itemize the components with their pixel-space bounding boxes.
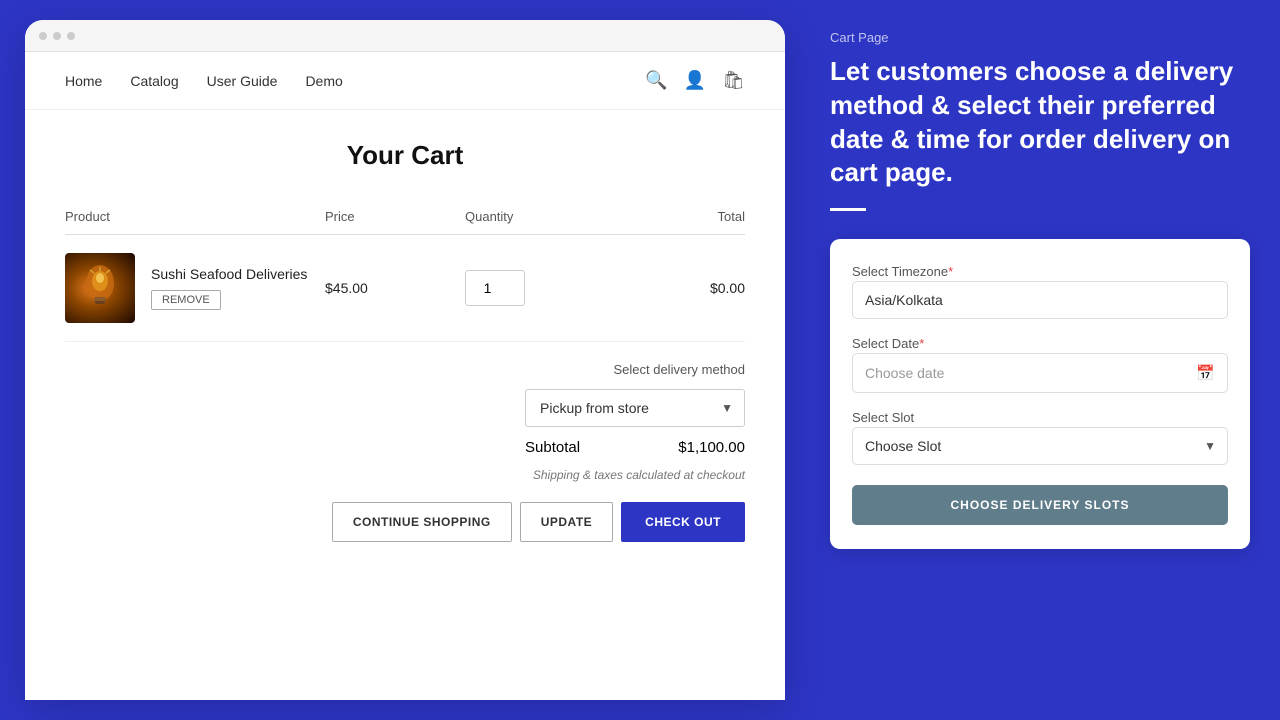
product-info: Sushi Seafood Deliveries REMOVE (151, 266, 307, 310)
product-name: Sushi Seafood Deliveries (151, 266, 307, 282)
left-panel: Home Catalog User Guide Demo 🔍 👤 🛍 Your … (0, 0, 810, 720)
browser-card: Home Catalog User Guide Demo 🔍 👤 🛍 Your … (25, 20, 785, 700)
choose-delivery-slots-button[interactable]: CHOOSE DELIVERY SLOTS (852, 485, 1228, 525)
checkout-button[interactable]: CHECK OUT (621, 502, 745, 542)
browser-dot-3 (67, 32, 75, 40)
navigation: Home Catalog User Guide Demo 🔍 👤 🛍 (25, 52, 785, 110)
sidebar-headline: Let customers choose a delivery method &… (830, 55, 1250, 190)
date-label: Select Date* (852, 336, 924, 351)
total-cell: $0.00 (625, 280, 745, 296)
nav-icons: 🔍 👤 🛍 (645, 70, 745, 91)
browser-bar (25, 20, 785, 52)
cart-title: Your Cart (65, 140, 745, 171)
delivery-select-wrapper: Pickup from store Home Delivery Express … (525, 389, 745, 427)
col-product: Product (65, 209, 325, 224)
subtotal-label: Subtotal (525, 439, 580, 456)
slot-select[interactable]: Choose Slot Morning Afternoon Evening (852, 427, 1228, 465)
right-panel: Cart Page Let customers choose a deliver… (810, 0, 1280, 720)
continue-shopping-button[interactable]: CONTINUE SHOPPING (332, 502, 512, 542)
search-icon[interactable]: 🔍 (645, 70, 667, 91)
sidebar-divider (830, 208, 866, 211)
calendar-icon: 📅 (1196, 364, 1215, 382)
cart-icon[interactable]: 🛍 (722, 70, 745, 91)
col-quantity: Quantity (465, 209, 625, 224)
nav-links: Home Catalog User Guide Demo (65, 73, 645, 89)
cart-table-header: Product Price Quantity Total (65, 199, 745, 235)
slot-label: Select Slot (852, 410, 914, 425)
col-total: Total (625, 209, 745, 224)
delivery-section: Select delivery method Pickup from store… (65, 362, 745, 482)
subtotal-row: Subtotal $1,100.00 (525, 439, 745, 456)
quantity-input[interactable] (465, 270, 525, 306)
action-buttons: CONTINUE SHOPPING UPDATE CHECK OUT (65, 502, 745, 542)
delivery-card: Select Timezone* Select Date* Choose dat… (830, 239, 1250, 549)
table-row: Sushi Seafood Deliveries REMOVE $45.00 $… (65, 235, 745, 342)
browser-dot-1 (39, 32, 47, 40)
product-thumbnail (80, 263, 120, 313)
subtotal-value: $1,100.00 (678, 439, 745, 456)
update-button[interactable]: UPDATE (520, 502, 613, 542)
product-image-inner (65, 253, 135, 323)
delivery-method-select[interactable]: Pickup from store Home Delivery Express … (525, 389, 745, 427)
user-icon[interactable]: 👤 (684, 70, 706, 91)
nav-catalog[interactable]: Catalog (130, 73, 178, 89)
shipping-note: Shipping & taxes calculated at checkout (533, 468, 745, 482)
cart-content: Your Cart Product Price Quantity Total (25, 110, 785, 562)
quantity-cell (465, 270, 625, 306)
slot-select-wrapper: Choose Slot Morning Afternoon Evening ▼ (852, 427, 1228, 465)
date-placeholder: Choose date (865, 365, 944, 381)
sidebar-cart-page-label: Cart Page (830, 30, 1250, 45)
nav-home[interactable]: Home (65, 73, 102, 89)
price-cell: $45.00 (325, 280, 465, 296)
remove-button[interactable]: REMOVE (151, 290, 221, 310)
nav-demo[interactable]: Demo (305, 73, 342, 89)
date-required-marker: * (919, 336, 924, 351)
delivery-method-label: Select delivery method (613, 362, 745, 377)
browser-dot-2 (53, 32, 61, 40)
timezone-label: Select Timezone* (852, 264, 953, 279)
nav-user-guide[interactable]: User Guide (207, 73, 278, 89)
timezone-required-marker: * (948, 264, 953, 279)
timezone-input[interactable] (852, 281, 1228, 319)
product-cell: Sushi Seafood Deliveries REMOVE (65, 253, 325, 323)
sidebar-text: Cart Page Let customers choose a deliver… (830, 30, 1250, 239)
col-price: Price (325, 209, 465, 224)
date-input-wrapper[interactable]: Choose date 📅 (852, 353, 1228, 393)
product-image (65, 253, 135, 323)
